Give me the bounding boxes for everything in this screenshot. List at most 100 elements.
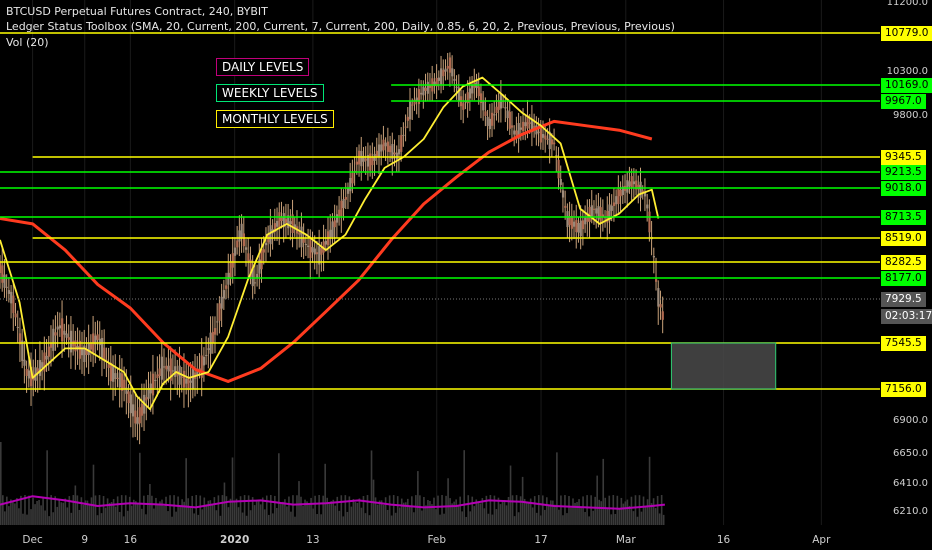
price-chart[interactable] — [0, 0, 932, 550]
volume-bar — [614, 513, 617, 525]
price-tick-label: 11200.0 — [886, 0, 928, 8]
volume-bar — [12, 501, 14, 525]
volume-bar — [247, 495, 250, 525]
candle-body — [488, 118, 492, 130]
candle-body — [581, 220, 585, 230]
volume-bar — [648, 456, 651, 525]
candle-body — [428, 85, 432, 88]
candle-body — [566, 211, 569, 228]
volume-bar — [584, 511, 586, 525]
volume-bar — [2, 495, 4, 525]
level-price-tag: 9967.0 — [881, 94, 926, 109]
candle-body — [222, 290, 226, 299]
volume-bar — [566, 513, 568, 525]
volume-bar — [525, 502, 528, 525]
candle-body — [426, 81, 429, 94]
volume-bar — [46, 450, 48, 525]
volume-bar — [96, 515, 99, 525]
volume-bar — [253, 505, 256, 525]
candle-body — [360, 150, 363, 167]
volume-bar — [292, 495, 294, 525]
volume-bar — [612, 495, 615, 525]
candle-body — [218, 303, 221, 321]
volume-bar — [44, 510, 46, 525]
volume-bar — [8, 506, 10, 525]
volume-bar — [654, 508, 657, 525]
volume-bar — [278, 453, 280, 525]
volume-bar — [106, 498, 109, 525]
time-tick-label: 13 — [306, 534, 320, 546]
volume-bar — [145, 514, 147, 525]
volume-bar — [179, 506, 181, 525]
volume-bar — [259, 504, 262, 525]
price-tick-label: 10300.0 — [886, 66, 928, 77]
volume-bar — [439, 514, 441, 525]
volume-bar — [592, 510, 594, 525]
volume-bar — [322, 495, 324, 525]
volume-bar — [364, 513, 367, 525]
volume-bar — [541, 495, 544, 525]
volume-bar — [241, 512, 244, 525]
volume-bar — [505, 505, 508, 525]
candle-body — [652, 256, 656, 258]
volume-bar — [338, 510, 341, 525]
volume-bar — [243, 495, 246, 525]
volume-bar — [62, 502, 65, 525]
candle-body — [253, 282, 257, 284]
volume-bar — [509, 465, 512, 525]
level-price-tag: 8177.0 — [881, 271, 926, 286]
volume-bar — [558, 509, 560, 525]
level-price-tag: 8713.5 — [881, 210, 926, 225]
candle-body — [409, 100, 412, 120]
volume-bar — [66, 507, 69, 525]
candle-body — [639, 181, 642, 198]
candle-body — [81, 348, 84, 356]
volume-bar — [445, 495, 447, 525]
volume-bar — [624, 501, 627, 525]
volume-bar — [223, 482, 226, 525]
volume-bar — [594, 496, 596, 525]
candle-body — [207, 348, 210, 350]
candle-body — [402, 134, 405, 136]
volume-bar — [477, 501, 480, 525]
volume-bar — [298, 481, 300, 525]
candle-body — [202, 356, 206, 366]
candle-body — [579, 220, 582, 237]
candle-body — [491, 112, 494, 126]
volume-bar — [296, 495, 298, 525]
candle-body — [107, 364, 110, 368]
volume-bar — [70, 512, 73, 525]
volume-bar — [124, 495, 127, 525]
candle-body — [333, 220, 336, 228]
candle-body — [103, 347, 106, 361]
candle-body — [54, 332, 57, 336]
candle-body — [617, 188, 620, 205]
volume-bar — [616, 495, 619, 525]
legend-weekly-levels: WEEKLY LEVELS — [216, 84, 324, 102]
candle-body — [10, 291, 13, 304]
candle-body — [127, 391, 130, 404]
candle-body — [369, 153, 372, 171]
volume-bar — [356, 502, 359, 525]
candle-body — [349, 177, 352, 192]
time-tick-label: 2020 — [220, 534, 250, 546]
candle-body — [561, 190, 565, 198]
volume-bar — [483, 508, 486, 525]
volume-bar — [54, 496, 56, 525]
candle-body — [313, 248, 316, 255]
volume-bar — [167, 511, 169, 525]
volume-bar — [255, 500, 258, 525]
volume-bar — [441, 495, 443, 525]
volume-bar — [72, 495, 75, 525]
volume-bar — [203, 497, 206, 525]
volume-bar — [104, 507, 107, 525]
volume-bar — [302, 505, 304, 525]
volume-bar — [398, 507, 401, 525]
candle-body — [278, 212, 281, 229]
candle-body — [307, 245, 310, 248]
candle-body — [96, 334, 99, 340]
volume-bar — [153, 508, 155, 525]
candle-body — [415, 97, 418, 101]
candle-body — [657, 288, 660, 307]
volume-bar — [604, 497, 607, 525]
